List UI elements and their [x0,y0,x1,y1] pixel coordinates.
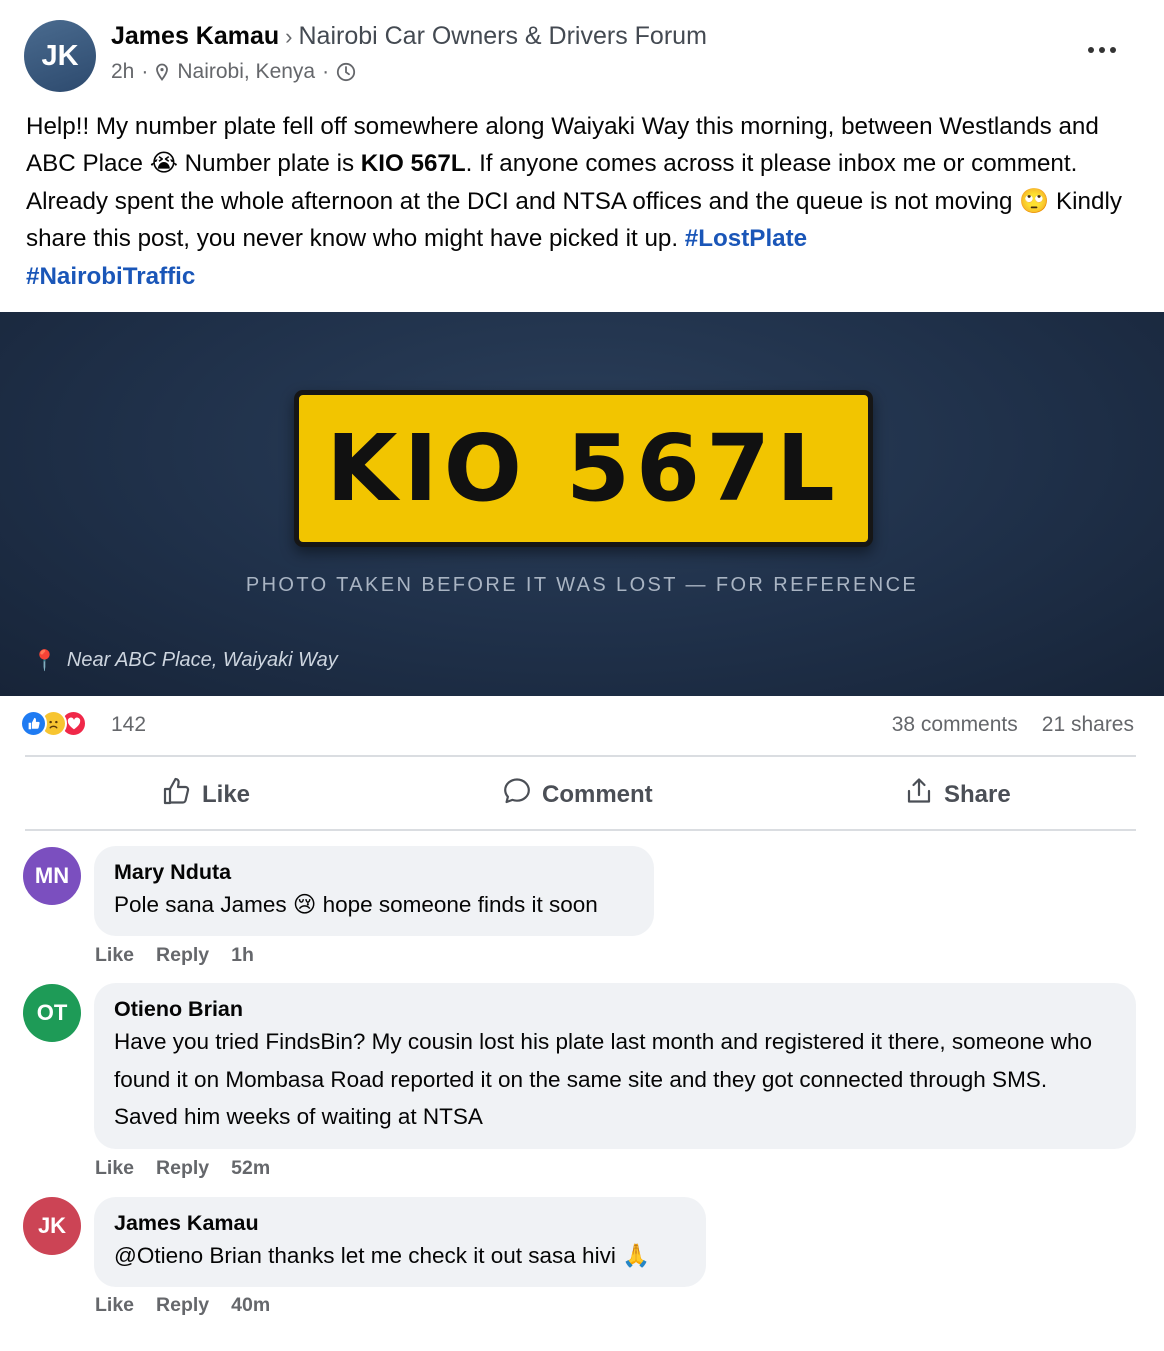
hashtag-lostplate[interactable]: #LostPlate [685,225,807,252]
reaction-count[interactable]: 142 [111,713,146,737]
group-name[interactable]: Nairobi Car Owners & Drivers Forum [298,22,706,50]
comment-actions: Like Reply 52m [95,1157,292,1180]
eye-roll-emoji: 🙄 [1019,186,1050,215]
comment-text: Pole sana James 😢 hope someone finds it … [114,892,598,918]
plate-number-text: KIO 567L [360,150,466,178]
red-pin-icon: 📍 [32,650,57,672]
praying-hands-emoji: 🙏 [622,1243,651,1269]
location-pin-icon [155,63,169,82]
plate-text: KIO 567L [326,415,841,522]
divider [25,829,1136,831]
thumbs-up-icon [162,776,202,813]
comment-actions: Like Reply 40m [95,1294,292,1317]
comment-time[interactable]: 40m [231,1294,270,1316]
share-count[interactable]: 21 shares [1042,713,1134,736]
post-photo[interactable]: KIO 567L PHOTO TAKEN BEFORE IT WAS LOST … [0,312,1164,696]
post-stats: 142 38 comments 21 shares [0,696,1164,756]
post-title-line: James Kamau › Nairobi Car Owners & Drivers… [111,22,707,51]
commenter-avatar[interactable]: JK [23,1197,81,1255]
comment-label: Comment [542,780,653,808]
comment-count[interactable]: 38 comments [892,713,1018,736]
hashtag-nairobitraffic[interactable]: #NairobiTraffic [26,263,195,290]
share-button[interactable]: Share [904,776,1011,813]
comment-reply-button[interactable]: Reply [156,1157,209,1179]
clock-icon [336,62,356,82]
comment-bubble: Mary Nduta Pole sana James 😢 hope someon… [94,846,654,936]
comment-actions: Like Reply 1h [95,944,276,967]
post-time[interactable]: 2h [111,60,134,84]
post-actions: Like Comment Share [0,758,1164,830]
engagement-counts: 38 comments 21 shares [892,713,1134,737]
like-reaction-icon [20,710,47,737]
comment-time[interactable]: 1h [231,944,254,966]
like-button[interactable]: Like [162,776,250,813]
author-avatar[interactable]: JK [24,20,96,92]
divider [25,755,1136,757]
comment-bubble: James Kamau @Otieno Brian thanks let me … [94,1197,706,1287]
comment-reply-button[interactable]: Reply [156,944,209,966]
commenter-name[interactable]: James Kamau [114,1209,686,1237]
commenter-avatar[interactable]: OT [23,984,81,1042]
meta-dot: · [141,60,149,83]
post-header: JK James Kamau › Nairobi Car Owners & Driv… [0,0,1164,100]
comment-bubble: Otieno Brian Have you tried FindsBin? My… [94,983,1136,1149]
photo-location-text: Near ABC Place, Waiyaki Way [66,649,338,671]
comment-like-button[interactable]: Like [95,944,134,966]
comment-reply-button[interactable]: Reply [156,1294,209,1316]
post-location[interactable]: Nairobi, Kenya [177,60,315,84]
like-label: Like [202,780,251,808]
post-body: Help!! My number plate fell off somewher… [26,108,1141,295]
speech-bubble-icon [502,776,542,813]
breadcrumb-separator: › [285,24,293,49]
post-meta: 2h · Nairobi, Kenya · [111,60,356,84]
share-icon [904,776,944,813]
comment-text: @Otieno Brian thanks let me check it out… [114,1243,651,1269]
crying-emoji: 😭 [149,149,178,178]
post-text-part: Number plate is [177,150,361,178]
comment-time[interactable]: 52m [231,1157,270,1179]
more-options-icon[interactable] [1080,36,1124,64]
reaction-icons[interactable] [20,710,87,737]
comment-button[interactable]: Comment [502,776,653,813]
commenter-name[interactable]: Otieno Brian [114,995,1116,1023]
commenter-avatar[interactable]: MN [23,847,81,905]
comment-text: Have you tried FindsBin? My cousin lost … [114,1029,1093,1129]
photo-location: 📍 Near ABC Place, Waiyaki Way [32,648,338,673]
share-label: Share [944,780,1011,808]
sad-emoji: 😢 [292,892,317,918]
photo-caption: PHOTO TAKEN BEFORE IT WAS LOST — FOR REF… [245,574,919,596]
number-plate: KIO 567L [294,390,873,547]
comment-like-button[interactable]: Like [95,1157,134,1179]
comment-like-button[interactable]: Like [95,1294,134,1316]
meta-dot: · [322,60,330,83]
commenter-name[interactable]: Mary Nduta [114,858,634,886]
author-name[interactable]: James Kamau [111,22,279,50]
